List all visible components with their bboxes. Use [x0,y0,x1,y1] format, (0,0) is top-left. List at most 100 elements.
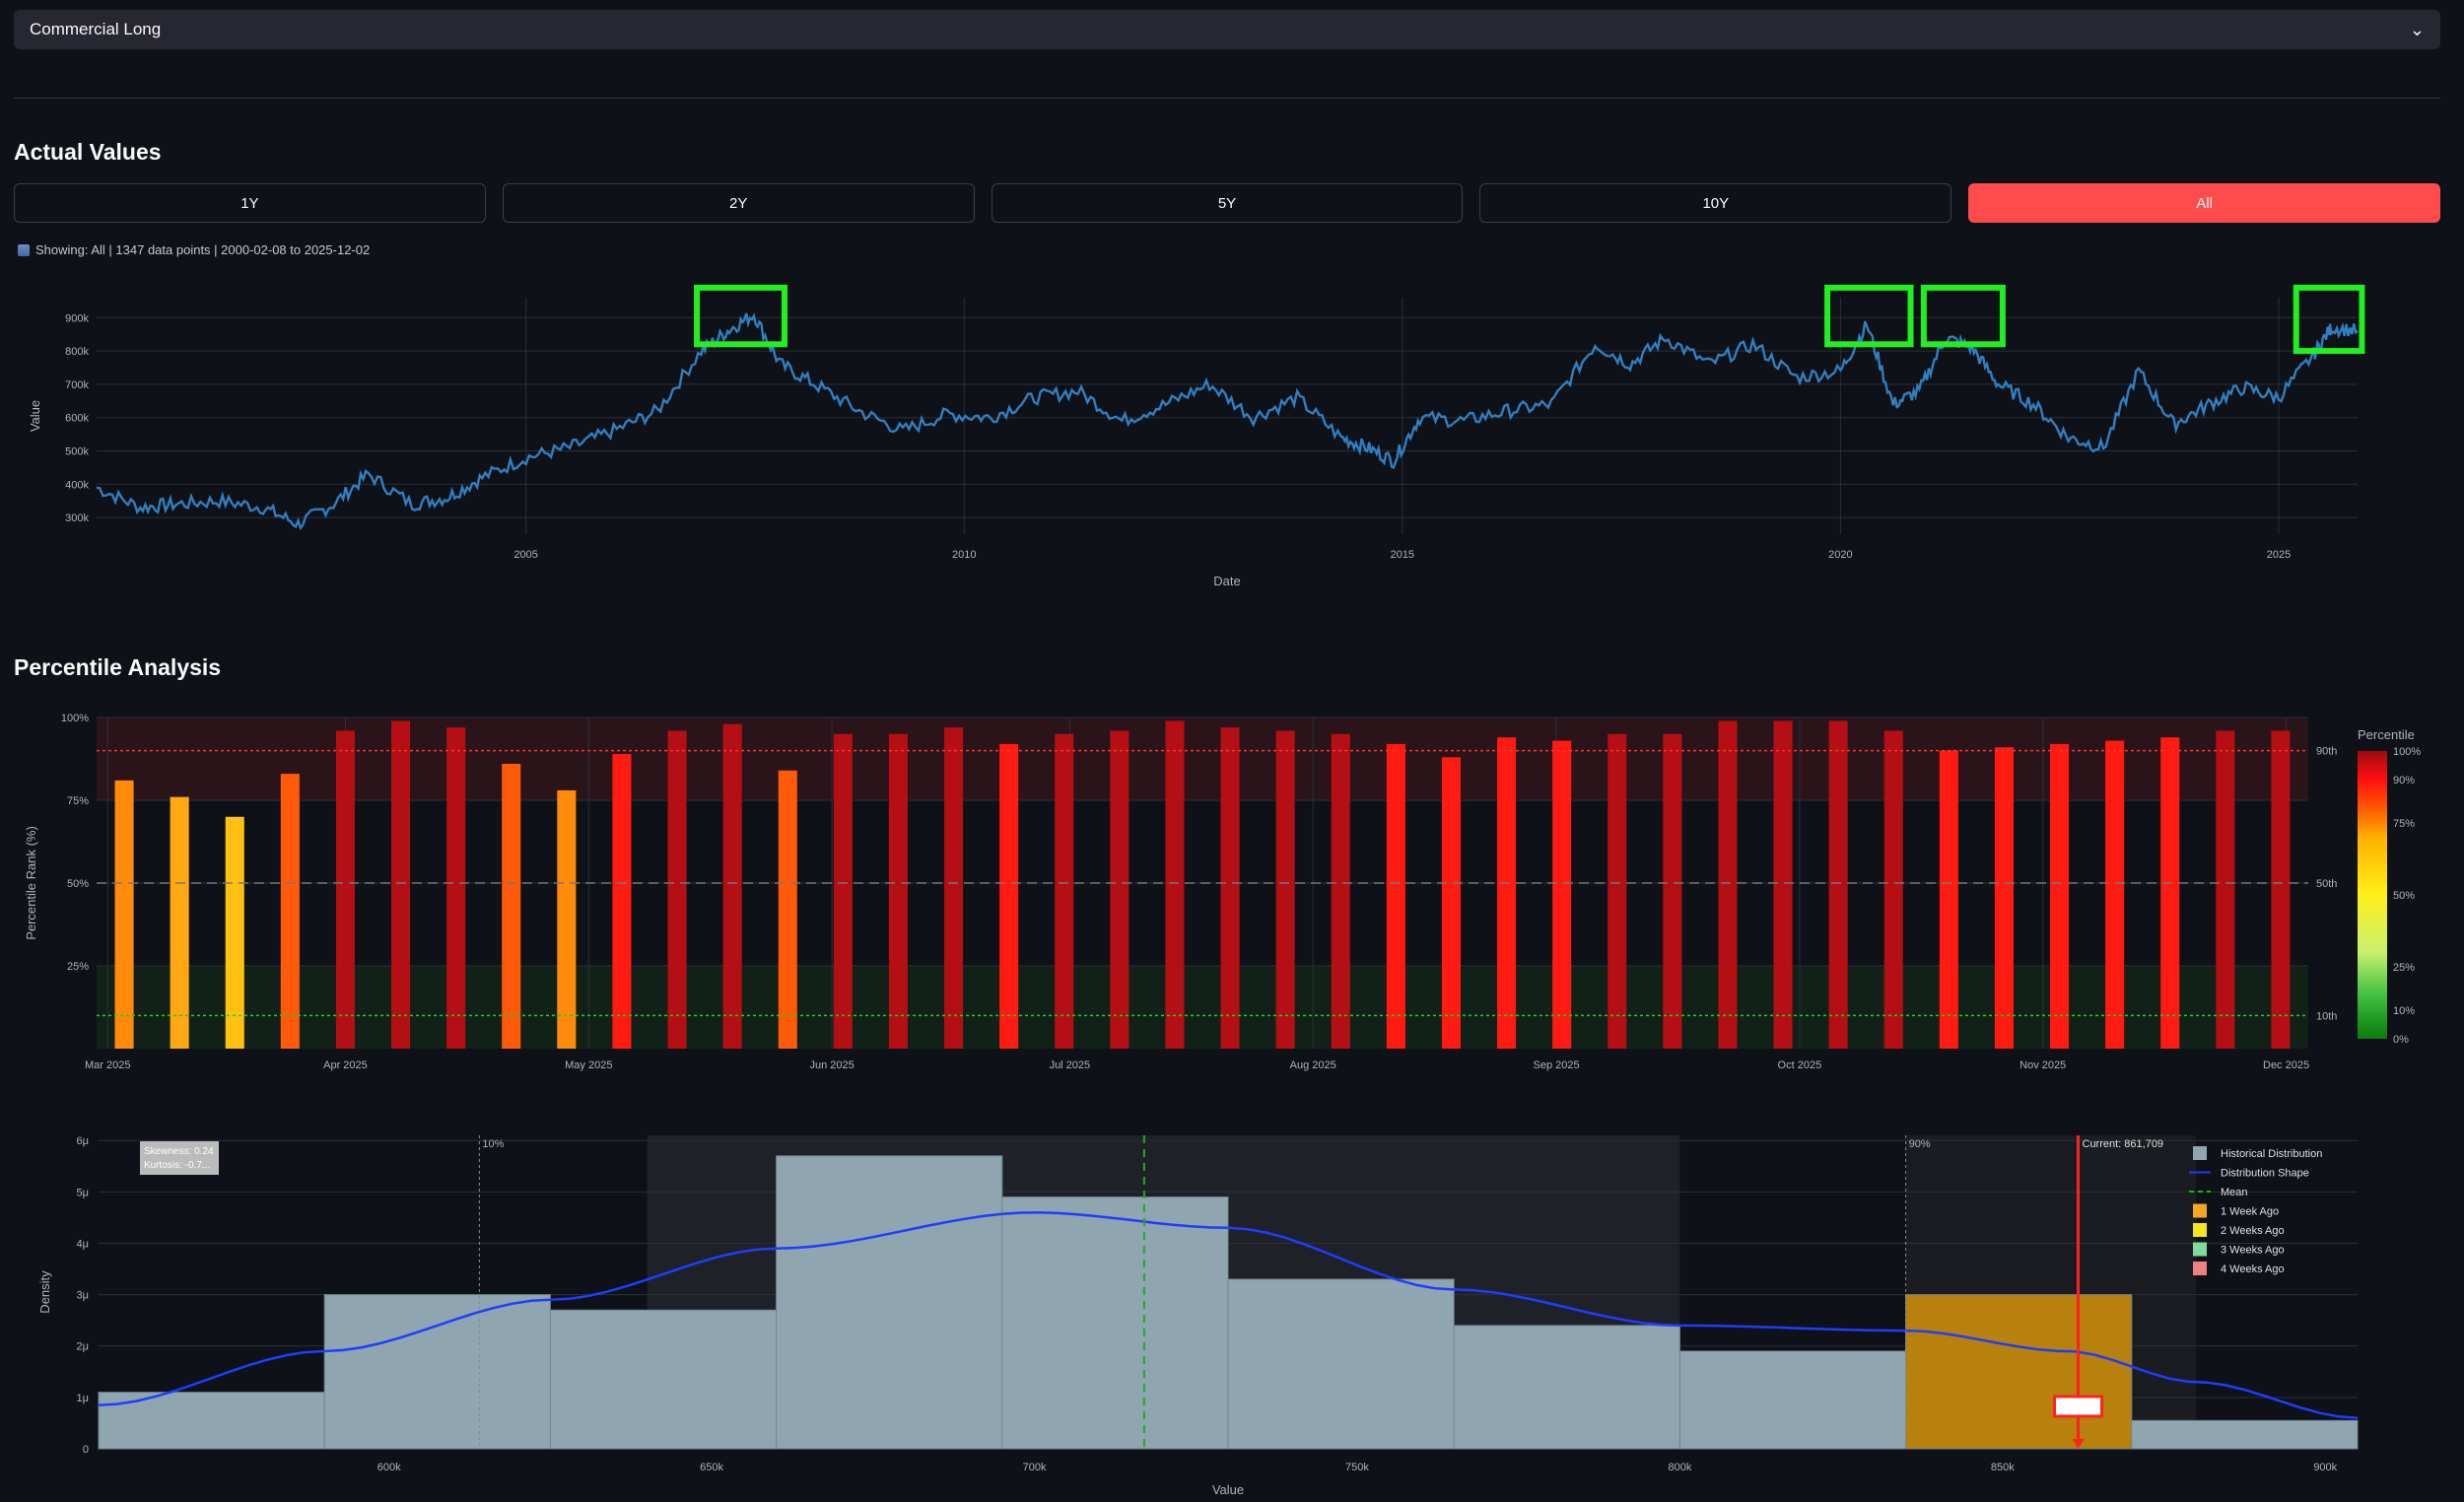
y-axis-title: Percentile Rank (%) [24,826,38,940]
distribution-histogram: 0 1μ 2μ 3μ 4μ 5μ 6μ 600k 650k 700k 750k 800k 850k 900… [37,1135,2359,1497]
x-tick-label: Jul 2025 [1050,1059,1091,1071]
x-tick-label: 900k [2313,1462,2337,1473]
percentile-bar [1386,743,1405,1049]
legend-label: Mean [2221,1187,2248,1198]
peak-highlight-box [2293,284,2365,355]
low-zone-band [97,966,2308,1049]
percentile-bar [502,764,521,1049]
current-marker-box [2053,1395,2104,1418]
y-tick-label: 3μ [77,1290,89,1302]
percentile-bar [1883,730,1903,1049]
percentile-bar [1718,720,1738,1049]
percentile-bar [612,753,632,1049]
x-tick-label: Oct 2025 [1778,1059,1822,1071]
percentile-bar [335,730,355,1049]
range-button-all[interactable]: All [1968,183,2440,223]
x-axis-title: Value [1212,1482,1244,1497]
x-tick-label: Dec 2025 [2263,1059,2309,1071]
legend-label: Historical Distribution [2221,1148,2322,1160]
y-tick-label: 700k [65,379,89,391]
x-tick-label: Mar 2025 [85,1059,130,1071]
percentile-bar [1497,737,1517,1049]
y-tick-label: 2μ [77,1341,89,1353]
percentile-bar [2216,730,2235,1049]
metric-select[interactable]: Commercial Long ⌄ [14,10,2440,49]
percentile-bar [1331,733,1350,1049]
x-tick-label: 850k [1991,1462,2015,1473]
range-button-5y[interactable]: 5Y [991,183,1464,223]
percentile-bar [225,816,244,1049]
percentile-bar [446,727,466,1049]
x-tick-label: 2025 [2267,549,2291,561]
percentile-bar [888,733,908,1049]
percentile-bar [944,727,964,1049]
y-tick-label: 1μ [77,1393,89,1404]
y-tick-label: 0 [83,1444,89,1456]
chevron-down-icon: ⌄ [2409,20,2425,39]
y-tick-label: 300k [65,512,89,524]
value-series-line [96,312,2359,531]
high-zone-band [97,717,2308,800]
percentile-bar [280,774,300,1049]
reference-line-label: 90th [2316,746,2337,758]
chart-icon [18,243,30,256]
reference-line-label: 10th [2316,1010,2337,1022]
histogram-bar [1678,1350,1907,1450]
x-tick-label: Aug 2025 [1290,1059,1336,1071]
y-tick-label: 500k [65,445,89,457]
peak-highlight-box [1920,284,2006,348]
y-tick-label: 5μ [77,1187,89,1198]
percentile-bar [2105,740,2125,1049]
x-tick-label: 700k [1023,1462,1047,1473]
colorbar-tick-label: 50% [2393,890,2415,902]
percentile-bar [778,770,797,1049]
legend-swatch [2193,1223,2207,1237]
y-axis-title: Density [37,1270,52,1314]
percentile-bar [1165,720,1185,1049]
percentile-bar [1055,733,1074,1049]
percentile-bar [999,743,1019,1049]
peak-highlight-box [1824,284,1914,348]
percentile-bar [1994,747,2014,1049]
y-tick-label: 50% [67,878,89,890]
x-tick-label: 600k [377,1462,401,1473]
histogram-bar [2131,1419,2359,1450]
histogram-bar [1453,1325,1680,1450]
data-caption: Showing: All | 1347 data points | 2000-0… [18,242,370,257]
legend-swatch [2193,1146,2207,1160]
colorbar [2358,751,2387,1039]
caption-text: Showing: All | 1347 data points | 2000-0… [35,242,371,257]
range-button-10y[interactable]: 10Y [1479,183,1952,223]
y-tick-label: 6μ [77,1135,89,1147]
y-tick-label: 4μ [77,1238,89,1250]
line-chart: 300k 400k 500k 600k 700k 800k 900k 2005 2010 2015… [28,284,2365,588]
range-button-1y[interactable]: 1Y [14,183,486,223]
x-tick-label: Apr 2025 [323,1059,368,1071]
reference-line-label: 50th [2316,878,2337,890]
percentile-bar [1663,733,1682,1049]
percentile-bar [1275,730,1295,1049]
percentile-bar [667,730,687,1049]
y-tick-label: 100% [61,713,89,724]
section-title-percentile: Percentile Analysis [14,654,222,680]
p10-label: 10% [482,1138,504,1150]
x-tick-label: 650k [700,1462,723,1473]
colorbar-tick-label: 75% [2393,818,2415,830]
y-tick-label: 800k [65,346,89,358]
percentile-bar [722,723,742,1049]
percentile-bar [2160,737,2180,1049]
legend-label: 4 Weeks Ago [2221,1263,2285,1275]
range-selector: 1Y 2Y 5Y 10Y All [14,183,2440,223]
colorbar-tick-label: 0% [2393,1034,2409,1046]
colorbar-title: Percentile [2358,727,2415,742]
y-tick-label: 400k [65,479,89,491]
y-tick-label: 900k [65,312,89,324]
legend-swatch [2193,1262,2207,1275]
percentile-bar-chart: 25% 50% 75% 100% Percentile Rank (%) Mar 2025… [24,713,2421,1071]
range-button-2y[interactable]: 2Y [502,183,975,223]
legend-label: 2 Weeks Ago [2221,1225,2285,1237]
x-tick-label: 2010 [952,549,976,561]
percentile-bar [391,720,411,1049]
percentile-bar [1220,727,1240,1049]
percentile-bar [1441,757,1461,1049]
